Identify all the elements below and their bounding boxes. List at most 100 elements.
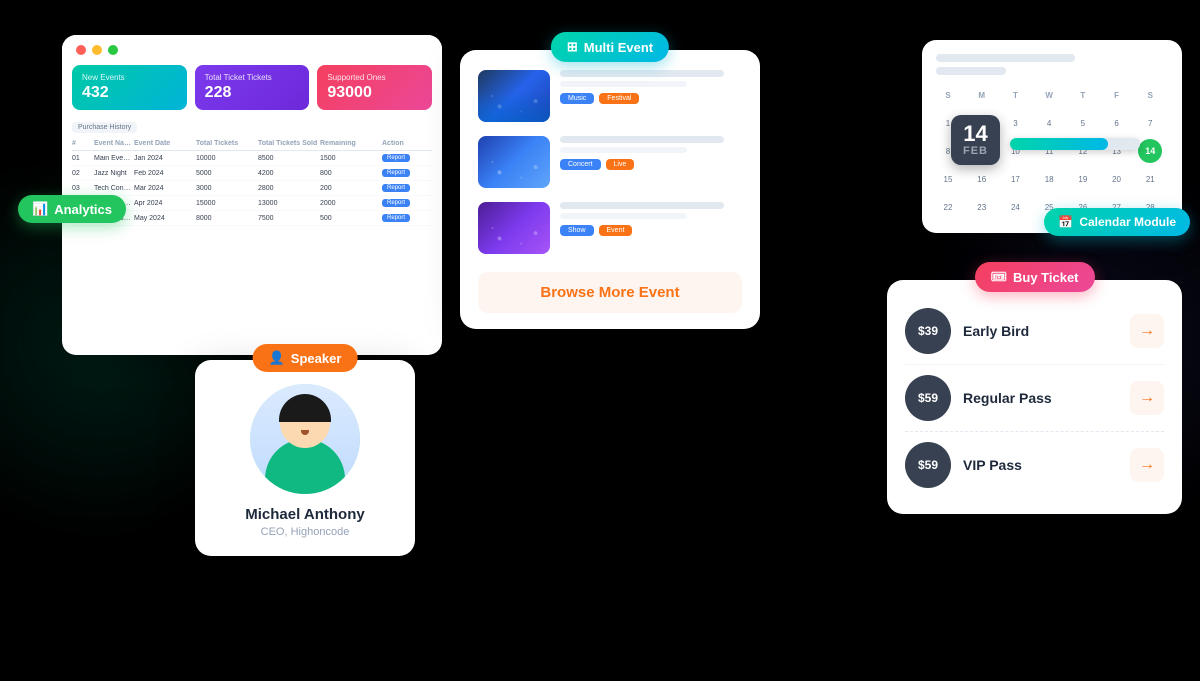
report-btn[interactable]: Report [382,154,410,162]
progress-bar-fill [1010,138,1108,150]
event-item-3: Show Event [478,202,742,254]
event-info-3: Show Event [560,202,742,236]
col-sold: Total Tickets Sold [258,140,318,147]
buy-ticket-badge: 🎟 Buy Ticket [974,262,1094,292]
stat-new-events-value: 432 [82,84,177,102]
table-row: 03 Tech Conference Mar 2024 3000 2800 20… [72,181,432,196]
event-title-placeholder [560,202,724,209]
cal-day[interactable]: 20 [1105,167,1129,191]
cal-line-2 [936,67,1006,75]
event-info-1: Music Festival [560,70,742,104]
tag-live: Live [606,159,635,170]
ticket-name-early-bird: Early Bird [963,323,1118,339]
browse-more-button[interactable]: Browse More Event [478,272,742,313]
cal-day[interactable]: 23 [970,195,994,219]
chart-icon: 📊 [32,201,48,217]
speaker-badge-label: Speaker [291,351,342,366]
ticket-name-vip: VIP Pass [963,457,1118,473]
event-item-2: Concert Live [478,136,742,188]
minimize-button[interactable] [92,45,102,55]
cal-day[interactable]: 17 [1003,167,1027,191]
cal-header-thu: T [1071,83,1095,107]
arrow-button-early-bird[interactable]: → [1130,314,1164,348]
cal-day[interactable]: 16 [970,167,994,191]
cal-header-fri: F [1105,83,1129,107]
col-total: Total Tickets [196,140,256,147]
ticket-option-regular: $59 Regular Pass → [905,365,1164,432]
cal-header-lines [936,54,1168,75]
stat-total-tickets-label: Total Ticket Tickets [205,73,300,82]
cal-day[interactable]: 5 [1071,111,1095,135]
stat-supported: Supported Ones 93000 [317,65,432,110]
arrow-button-regular[interactable]: → [1130,381,1164,415]
maximize-button[interactable] [108,45,118,55]
date-badge: 14 FEB [951,115,1000,165]
cal-day[interactable]: 21 [1138,167,1162,191]
col-action: Action [382,140,432,147]
event-thumb-1 [478,70,550,122]
event-thumb-2 [478,136,550,188]
event-subtitle-placeholder [560,147,687,153]
cal-header-tue: T [1003,83,1027,107]
event-tags-2: Concert Live [560,159,742,170]
stat-total-tickets-value: 228 [205,84,300,102]
speaker-title: CEO, Highoncode [215,526,395,538]
report-btn[interactable]: Report [382,184,410,192]
speaker-card: 👤 Speaker Michael Anthony CEO, Highoncod… [195,360,415,556]
avatar [250,384,360,494]
report-btn[interactable]: Report [382,199,410,207]
table-row: 05 Food Festival May 2024 8000 7500 500 … [72,211,432,226]
cal-day[interactable]: 6 [1105,111,1129,135]
col-date: Event Date [134,140,194,147]
crowd-visual [478,70,550,122]
cal-day[interactable]: 15 [936,167,960,191]
speaker-name: Michael Anthony [215,506,395,523]
tag-show: Show [560,225,594,236]
col-event-name: Event Name [94,140,132,147]
avatar-bg [250,384,360,494]
event-item-1: Music Festival [478,70,742,122]
stat-supported-label: Supported Ones [327,73,422,82]
multi-event-badge-label: Multi Event [584,40,653,55]
cal-day[interactable]: 3 [1003,111,1027,135]
event-title-placeholder [560,70,724,77]
crowd-visual-3 [478,202,550,254]
analytics-card: New Events 432 Total Ticket Tickets 228 … [62,35,442,355]
event-title-placeholder [560,136,724,143]
calendar-module-badge: 📅 Calendar Module [1044,208,1190,236]
analytics-badge: 📊 Analytics [18,195,126,223]
cal-day[interactable]: 7 [1138,111,1162,135]
speaker-badge: 👤 Speaker [253,344,358,372]
table-row: 01 Main Event Concert Jan 2024 10000 850… [72,151,432,166]
col-remaining: Remaining [320,140,380,147]
tag-festival: Festival [599,93,639,104]
progress-bar [1010,138,1140,150]
buy-ticket-card: 🎟 Buy Ticket $39 Early Bird → $59 Regula… [887,280,1182,514]
cal-day[interactable]: 18 [1037,167,1061,191]
ticket-icon: 🎟 [990,269,1007,285]
multi-event-card: ⊞ Multi Event Music Festival Concert Liv… [460,50,760,329]
event-subtitle-placeholder [560,213,687,219]
cal-day[interactable]: 22 [936,195,960,219]
event-subtitle-placeholder [560,81,687,87]
cal-header-sat: S [1138,83,1162,107]
cal-header-mon: M [970,83,994,107]
cal-day[interactable]: 4 [1037,111,1061,135]
table-col-headers: # Event Name Event Date Total Tickets To… [72,137,432,151]
crowd-visual-2 [478,136,550,188]
cal-day[interactable]: 24 [1003,195,1027,219]
filter-pill-1[interactable]: Purchase History [72,122,137,133]
report-btn[interactable]: Report [382,169,410,177]
cal-line-1 [936,54,1075,62]
cal-day[interactable]: 19 [1071,167,1095,191]
close-button[interactable] [76,45,86,55]
table-row: 04 Rock Festival Apr 2024 15000 13000 20… [72,196,432,211]
arrow-button-vip[interactable]: → [1130,448,1164,482]
tag-event: Event [599,225,633,236]
stat-new-events: New Events 432 [72,65,187,110]
table-row: 02 Jazz Night Feb 2024 5000 4200 800 Rep… [72,166,432,181]
grid-icon: ⊞ [567,39,578,55]
ticket-option-early-bird: $39 Early Bird → [905,298,1164,365]
cal-day-highlighted[interactable]: 14 [1138,139,1162,163]
report-btn[interactable]: Report [382,214,410,222]
